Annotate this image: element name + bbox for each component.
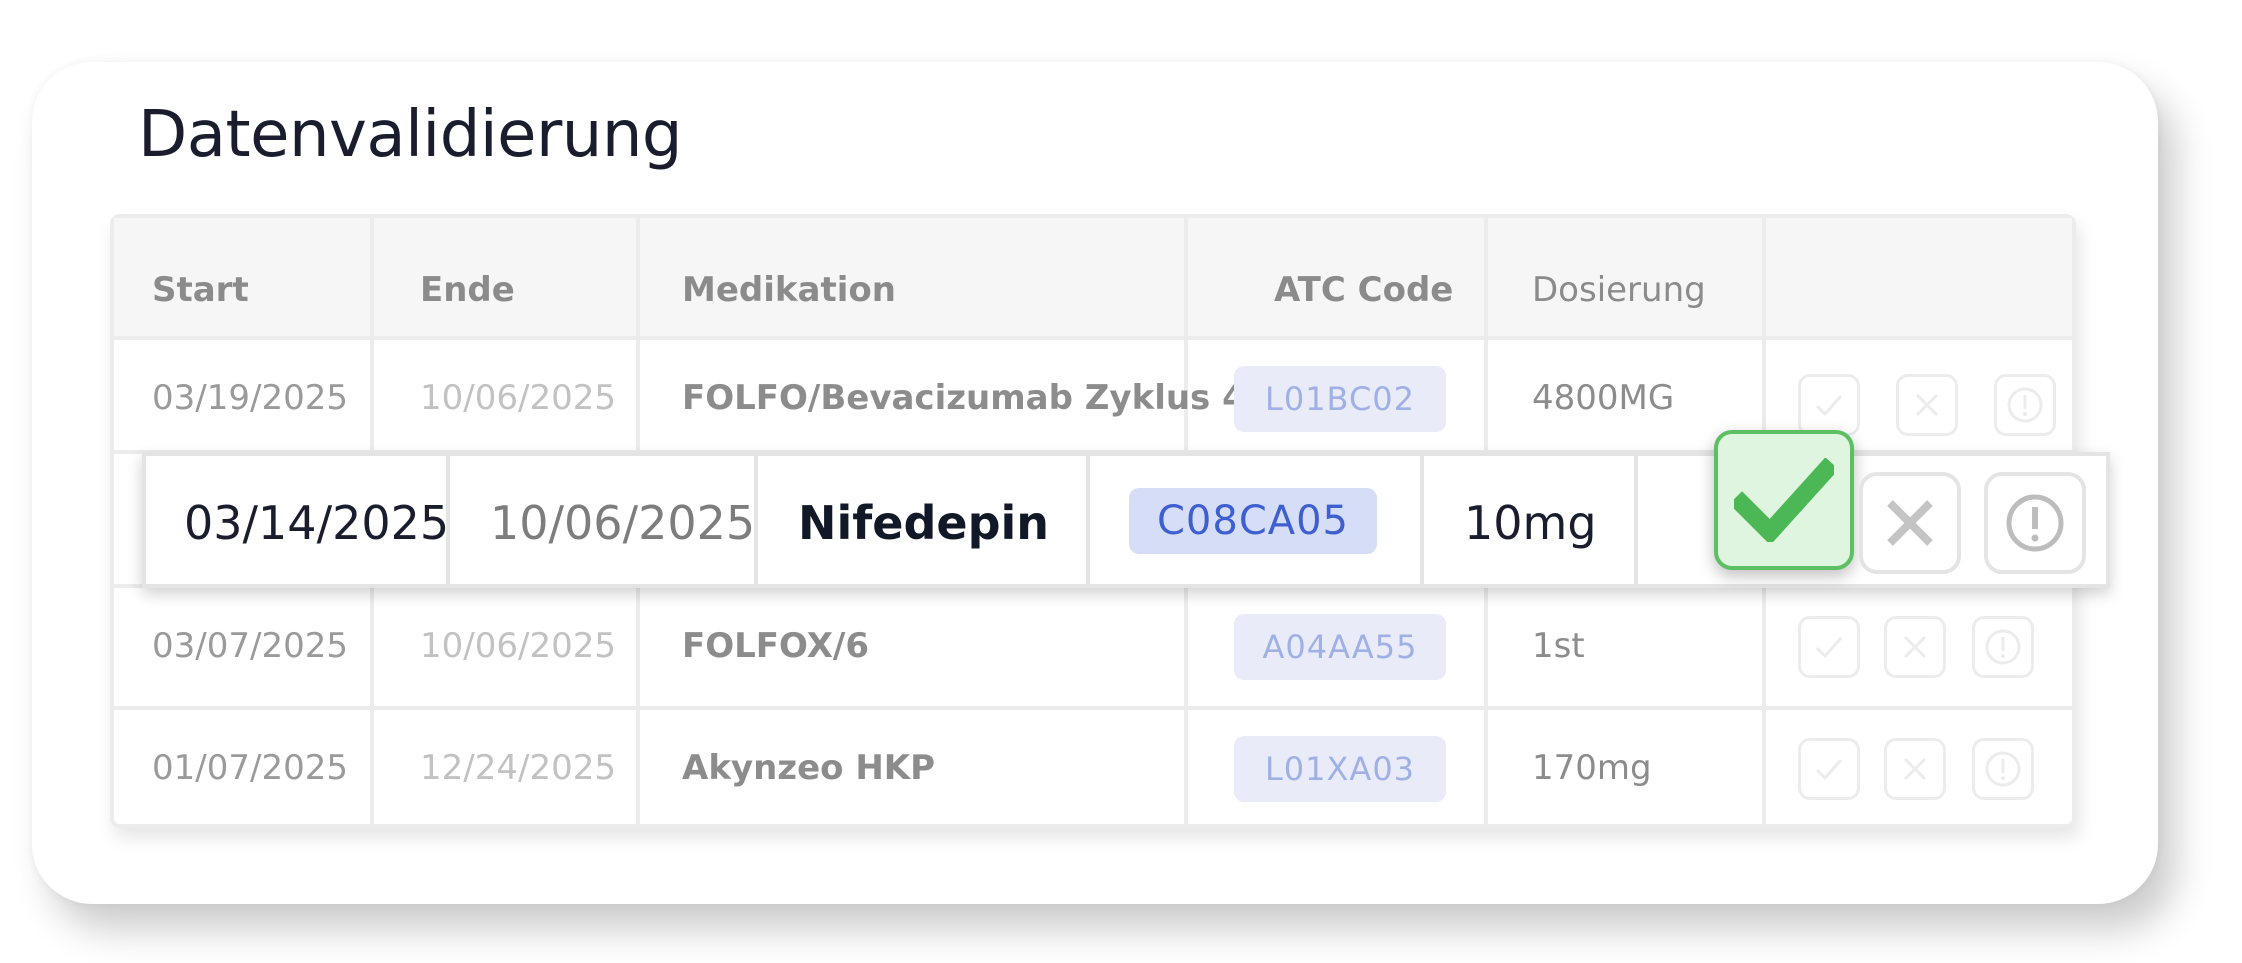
row2-flag-button[interactable] xyxy=(1972,616,2034,678)
checkmark-icon xyxy=(1734,458,1834,542)
highlighted-medication: Nifedepin xyxy=(798,496,1050,550)
flag-button[interactable] xyxy=(1984,472,2086,574)
highlighted-end: 10/06/2025 xyxy=(490,496,756,550)
row3-end: 12/24/2025 xyxy=(420,748,616,788)
row2-end: 10/06/2025 xyxy=(420,626,616,666)
row1-dosage: 4800MG xyxy=(1532,378,1675,418)
exclamation-circle-icon xyxy=(2006,494,2064,552)
exclamation-circle-icon xyxy=(2007,387,2043,423)
highlighted-dosage: 10mg xyxy=(1464,496,1597,550)
header-end[interactable]: Ende xyxy=(420,270,515,310)
close-icon xyxy=(1887,500,1933,546)
accept-button[interactable] xyxy=(1714,430,1854,570)
row1-accept-button[interactable] xyxy=(1798,374,1860,436)
header-dosage[interactable]: Dosierung xyxy=(1532,270,1706,310)
row2-accept-button[interactable] xyxy=(1798,616,1860,678)
row3-medication: Akynzeo HKP xyxy=(682,748,936,788)
row2-reject-button[interactable] xyxy=(1884,616,1946,678)
row2-atc-badge: A04AA55 xyxy=(1234,614,1446,680)
header-medication[interactable]: Medikation xyxy=(682,270,896,310)
close-icon xyxy=(1903,757,1927,781)
row1-flag-button[interactable] xyxy=(1994,374,2056,436)
highlighted-atc-badge: C08CA05 xyxy=(1129,488,1377,554)
checkmark-icon xyxy=(1815,759,1843,781)
reject-button[interactable] xyxy=(1859,472,1961,574)
row3-flag-button[interactable] xyxy=(1972,738,2034,800)
highlighted-start: 03/14/2025 xyxy=(184,496,450,550)
checkmark-icon xyxy=(1815,395,1843,417)
checkmark-icon xyxy=(1815,637,1843,659)
row2-start: 03/07/2025 xyxy=(152,626,348,666)
row2-dosage: 1st xyxy=(1532,626,1585,666)
row2-medication: FOLFOX/6 xyxy=(682,626,869,666)
row1-atc-badge: L01BC02 xyxy=(1234,366,1446,432)
page-title: Datenvalidierung xyxy=(138,98,683,172)
close-icon xyxy=(1903,635,1927,659)
row1-medication: FOLFO/Bevacizumab Zyklus 4 xyxy=(682,378,1246,418)
exclamation-circle-icon xyxy=(1985,751,2021,787)
row3-reject-button[interactable] xyxy=(1884,738,1946,800)
exclamation-circle-icon xyxy=(1985,629,2021,665)
row3-dosage: 170mg xyxy=(1532,748,1652,788)
table-header xyxy=(114,218,2072,340)
row1-end: 10/06/2025 xyxy=(420,378,616,418)
row1-reject-button[interactable] xyxy=(1896,374,1958,436)
header-atc-code[interactable]: ATC Code xyxy=(1274,270,1453,310)
row3-accept-button[interactable] xyxy=(1798,738,1860,800)
row3-atc-badge: L01XA03 xyxy=(1234,736,1446,802)
header-start[interactable]: Start xyxy=(152,270,249,310)
row3-start: 01/07/2025 xyxy=(152,748,348,788)
close-icon xyxy=(1915,393,1939,417)
row1-start: 03/19/2025 xyxy=(152,378,348,418)
